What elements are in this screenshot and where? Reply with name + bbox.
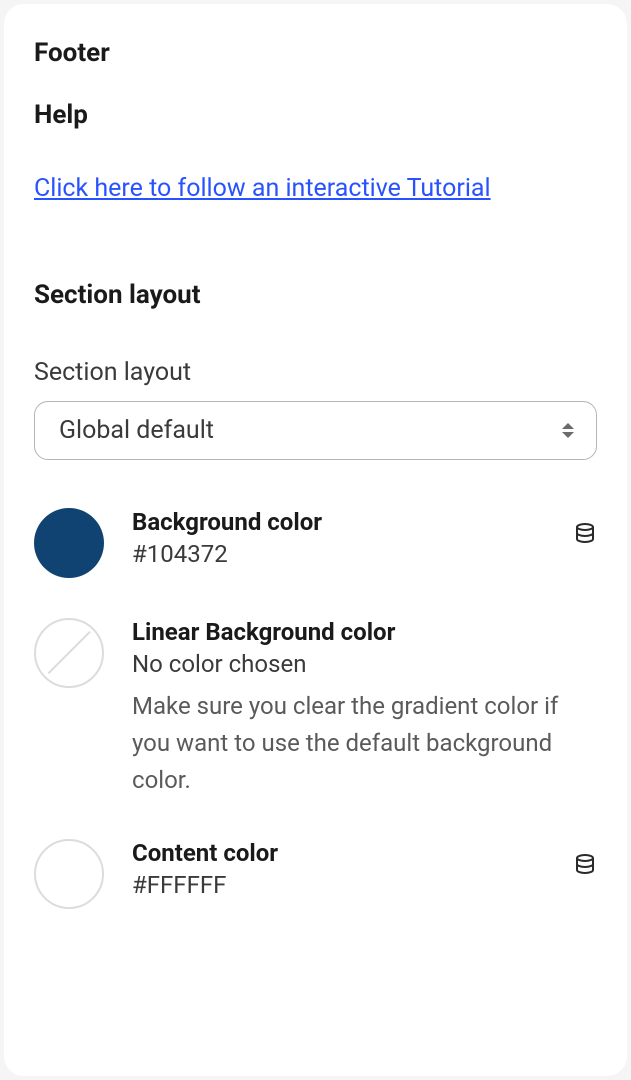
linear-background-color-label: Linear Background color bbox=[132, 618, 597, 646]
tutorial-link[interactable]: Click here to follow an interactive Tuto… bbox=[34, 170, 597, 208]
linear-background-color-row: Linear Background color No color chosen … bbox=[34, 618, 597, 800]
database-icon[interactable] bbox=[573, 853, 597, 877]
help-heading: Help bbox=[34, 100, 597, 130]
content-color-swatch[interactable] bbox=[34, 839, 104, 909]
background-color-value: #104372 bbox=[132, 540, 573, 568]
section-layout-selected-value: Global default bbox=[59, 416, 214, 445]
background-color-row: Background color #104372 bbox=[34, 508, 597, 578]
panel-title: Footer bbox=[34, 38, 597, 68]
content-color-label: Content color bbox=[132, 839, 573, 867]
linear-background-color-swatch[interactable] bbox=[34, 618, 104, 688]
linear-background-color-value: No color chosen bbox=[132, 650, 597, 678]
database-icon[interactable] bbox=[573, 522, 597, 546]
content-color-value: #FFFFFF bbox=[132, 871, 573, 899]
chevron-up-down-icon bbox=[559, 417, 577, 443]
footer-settings-panel: Footer Help Click here to follow an inte… bbox=[4, 4, 627, 1076]
section-layout-label: Section layout bbox=[34, 358, 597, 387]
section-layout-heading: Section layout bbox=[34, 280, 597, 310]
section-layout-select[interactable]: Global default bbox=[34, 401, 597, 460]
content-color-row: Content color #FFFFFF bbox=[34, 839, 597, 909]
background-color-label: Background color bbox=[132, 508, 573, 536]
linear-background-color-help: Make sure you clear the gradient color i… bbox=[132, 688, 597, 800]
background-color-swatch[interactable] bbox=[34, 508, 104, 578]
